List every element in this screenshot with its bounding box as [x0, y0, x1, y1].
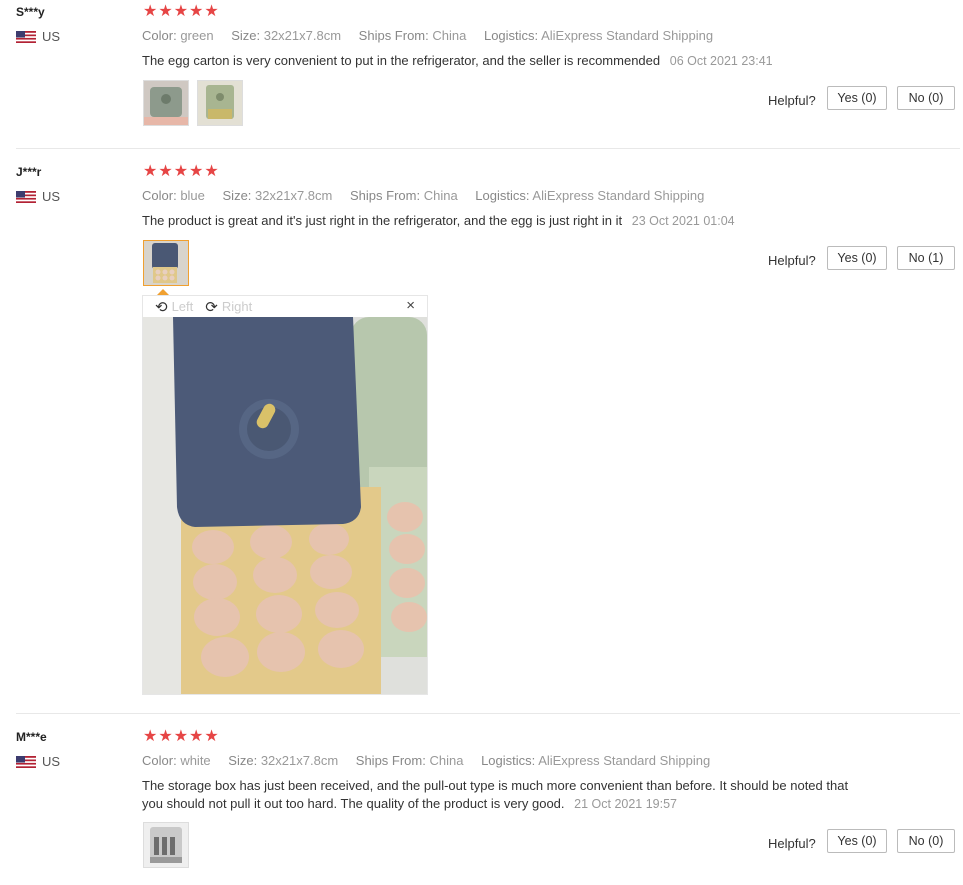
ships-label: Ships From:	[358, 28, 429, 43]
review-photo-large	[143, 317, 427, 694]
ships-label: Ships From:	[350, 188, 421, 203]
size-label: Size:	[222, 188, 252, 203]
review-photo-thumbnail[interactable]	[143, 822, 189, 868]
rotate-right-label: Right	[221, 299, 253, 314]
us-flag-icon	[16, 755, 36, 768]
review-photo-thumbnail[interactable]	[143, 80, 189, 126]
us-flag-icon	[16, 30, 36, 43]
reviewer-name: J***r	[16, 165, 42, 179]
review-properties: Color: white Size: 32x21x7.8cm Ships Fro…	[142, 753, 724, 768]
helpful-label: Helpful?	[768, 93, 816, 108]
us-flag-icon	[16, 190, 36, 203]
ships-value: China	[423, 188, 458, 203]
helpful-label: Helpful?	[768, 836, 816, 851]
star-rating: ★★★★★	[143, 163, 220, 180]
size-value: 32x21x7.8cm	[263, 28, 342, 43]
size-label: Size:	[231, 28, 261, 43]
review-properties: Color: blue Size: 32x21x7.8cm Ships From…	[142, 188, 718, 203]
review-body: The egg carton is very convenient to put…	[142, 53, 661, 68]
star-rating: ★★★★★	[143, 728, 220, 745]
helpful-label: Helpful?	[768, 253, 816, 268]
reviewer-country: US	[16, 189, 60, 204]
reviewer-name: M***e	[16, 730, 47, 744]
color-label: Color:	[142, 188, 177, 203]
review-text: The storage box has just been received, …	[142, 777, 872, 813]
star-rating: ★★★★★	[143, 3, 220, 20]
rotate-left-icon: ⟲	[155, 298, 168, 316]
helpful-yes-button[interactable]: Yes (0)	[827, 246, 887, 270]
close-icon[interactable]: ×	[406, 297, 415, 314]
country-code: US	[42, 754, 61, 769]
logistics-value: AliExpress Standard Shipping	[532, 188, 705, 203]
color-value: blue	[180, 188, 205, 203]
color-value: green	[180, 28, 214, 43]
review-body: The storage box has just been received, …	[142, 778, 849, 811]
review-body: The product is great and it's just right…	[142, 213, 623, 228]
review-divider	[16, 148, 960, 149]
country-code: US	[42, 29, 61, 44]
photo-viewer-toolbar: ⟲ Left ⟳ Right ×	[143, 296, 427, 317]
size-label: Size:	[228, 753, 258, 768]
review-photo-thumbnail-selected[interactable]	[143, 240, 189, 286]
size-value: 32x21x7.8cm	[260, 753, 339, 768]
reviewer-country: US	[16, 29, 60, 44]
review-divider	[16, 713, 960, 714]
reviewer-name: S***y	[16, 5, 45, 19]
helpful-yes-button[interactable]: Yes (0)	[827, 86, 887, 110]
rotate-right-icon: ⟳	[205, 298, 218, 316]
helpful-no-button[interactable]: No (0)	[897, 86, 955, 110]
review-properties: Color: green Size: 32x21x7.8cm Ships Fro…	[142, 28, 727, 43]
logistics-value: AliExpress Standard Shipping	[541, 28, 714, 43]
logistics-label: Logistics:	[475, 188, 530, 203]
ships-label: Ships From:	[355, 753, 426, 768]
size-value: 32x21x7.8cm	[255, 188, 333, 203]
color-label: Color:	[142, 28, 177, 43]
helpful-no-button[interactable]: No (0)	[897, 829, 955, 853]
color-label: Color:	[142, 753, 177, 768]
reviewer-country: US	[16, 754, 60, 769]
review-text: The egg carton is very convenient to put…	[142, 52, 872, 70]
rotate-right-button[interactable]: ⟳ Right	[205, 298, 252, 316]
logistics-label: Logistics:	[481, 753, 536, 768]
review-text: The product is great and it's just right…	[142, 212, 872, 230]
review-date: 21 Oct 2021 19:57	[574, 797, 678, 811]
review-date: 23 Oct 2021 01:04	[631, 214, 735, 228]
country-code: US	[42, 189, 61, 204]
ships-value: China	[429, 753, 464, 768]
helpful-no-button[interactable]: No (1)	[897, 246, 955, 270]
ships-value: China	[432, 28, 467, 43]
review-photo-thumbnail[interactable]	[197, 80, 243, 126]
photo-viewer: ⟲ Left ⟳ Right ×	[142, 295, 428, 695]
logistics-label: Logistics:	[483, 28, 539, 43]
rotate-left-button[interactable]: ⟲ Left	[155, 298, 193, 316]
color-value: white	[180, 753, 211, 768]
review-date: 06 Oct 2021 23:41	[669, 54, 773, 68]
logistics-value: AliExpress Standard Shipping	[538, 753, 711, 768]
helpful-yes-button[interactable]: Yes (0)	[827, 829, 887, 853]
rotate-left-label: Left	[171, 299, 194, 314]
